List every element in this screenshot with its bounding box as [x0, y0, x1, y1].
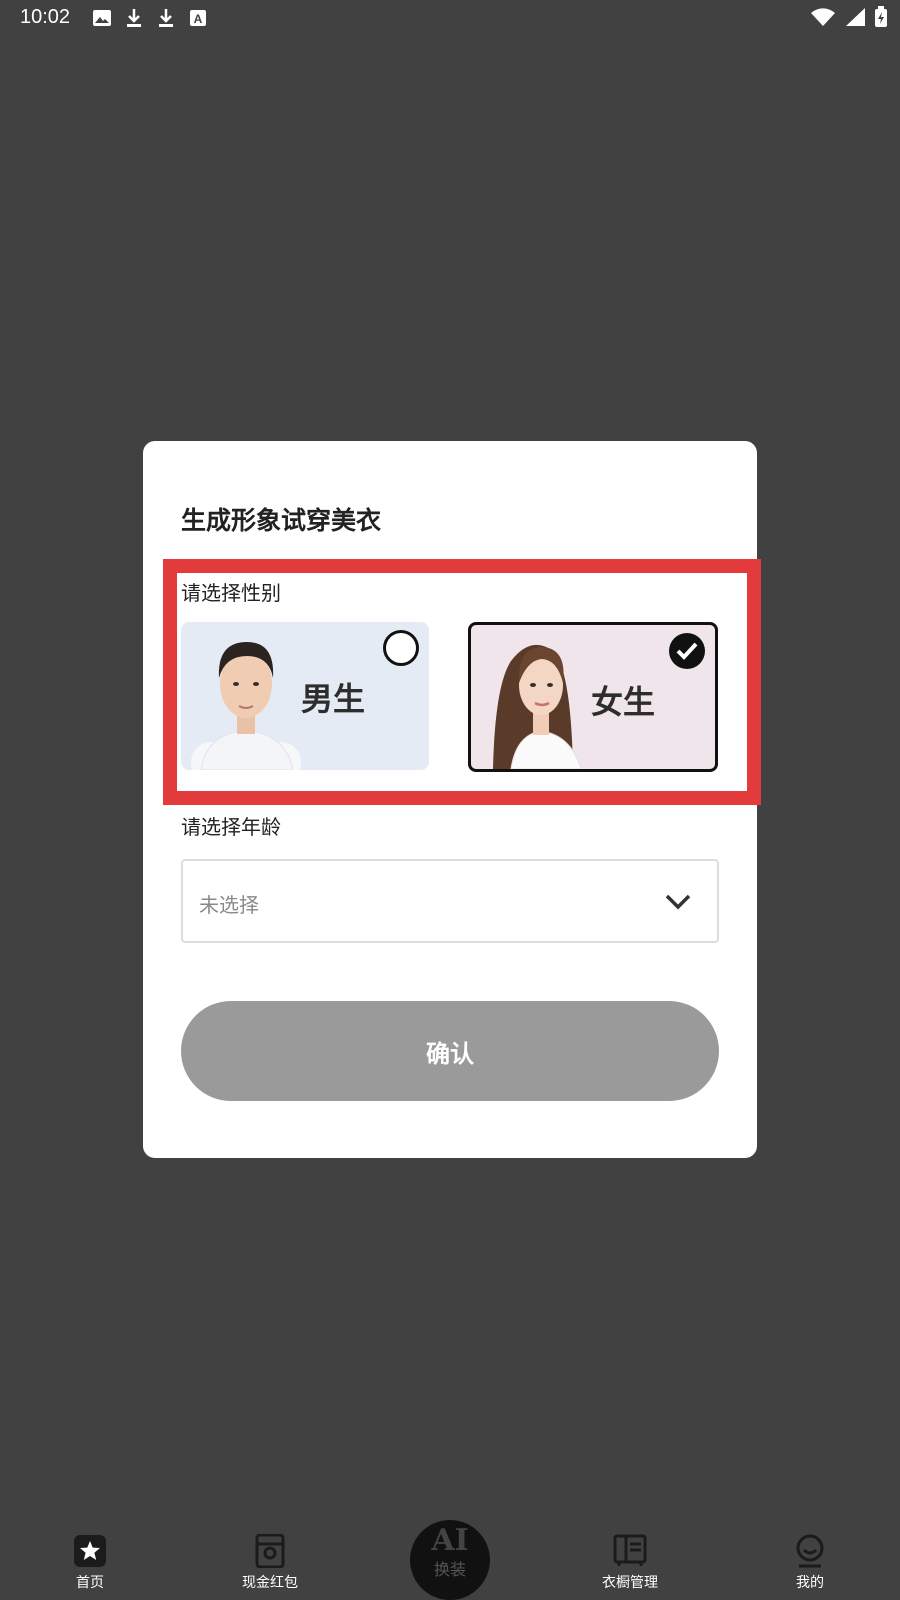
- radio-unchecked-icon[interactable]: [383, 630, 419, 666]
- status-system-icons: [810, 6, 888, 32]
- gender-label: 请选择性别: [181, 581, 281, 605]
- gender-female-label: 女生: [591, 683, 656, 721]
- nav-label-profile: 我的: [796, 1575, 824, 1591]
- status-time: 10:02: [20, 6, 71, 28]
- chevron-down-icon: [665, 894, 691, 910]
- download-icon: [156, 8, 176, 28]
- age-select[interactable]: 未选择: [181, 859, 719, 943]
- male-avatar-image: [191, 642, 301, 770]
- ai-button-label: AI: [431, 1523, 469, 1558]
- svg-text:A: A: [194, 12, 203, 26]
- status-bar: 10:02 A: [0, 0, 900, 38]
- user-icon: [796, 1534, 824, 1568]
- age-label: 请选择年龄: [181, 815, 281, 839]
- status-notification-icons: A: [92, 8, 208, 28]
- avatar-generation-dialog: 生成形象试穿美衣 请选择性别 男生 女生 请选择年龄 未选择 确认: [143, 441, 761, 1158]
- download-icon: [124, 8, 144, 28]
- female-avatar-image: [493, 644, 582, 769]
- radio-checked-icon[interactable]: [669, 633, 705, 669]
- nav-item-wardrobe[interactable]: 衣橱管理: [580, 1534, 680, 1592]
- nav-label-home: 首页: [76, 1575, 104, 1591]
- star-icon: [74, 1535, 106, 1567]
- wifi-icon: [810, 7, 836, 31]
- nav-item-profile[interactable]: 我的: [760, 1534, 860, 1592]
- wallet-icon: [255, 1534, 285, 1568]
- battery-icon: [874, 6, 888, 32]
- nav-item-cash[interactable]: 现金红包: [220, 1534, 320, 1592]
- age-select-value: 未选择: [199, 893, 259, 917]
- gender-male-label: 男生: [301, 680, 366, 718]
- nav-item-home[interactable]: 首页: [40, 1534, 140, 1592]
- signal-icon: [844, 7, 866, 31]
- bottom-navigation: 首页 现金红包 AI 换装 衣橱管理 我的: [0, 1520, 900, 1600]
- ai-button-sublabel: 换装: [433, 1560, 466, 1579]
- image-icon: [92, 8, 112, 28]
- confirm-button[interactable]: 确认: [181, 1001, 719, 1101]
- wardrobe-icon: [613, 1534, 647, 1566]
- gender-option-female[interactable]: 女生: [468, 622, 718, 772]
- gender-option-male[interactable]: 男生: [181, 622, 429, 770]
- ai-outfit-button[interactable]: AI 换装: [410, 1520, 490, 1600]
- a-icon: A: [188, 8, 208, 28]
- dialog-title: 生成形象试穿美衣: [181, 506, 382, 535]
- nav-label-cash: 现金红包: [242, 1575, 298, 1591]
- nav-label-wardrobe: 衣橱管理: [602, 1575, 658, 1591]
